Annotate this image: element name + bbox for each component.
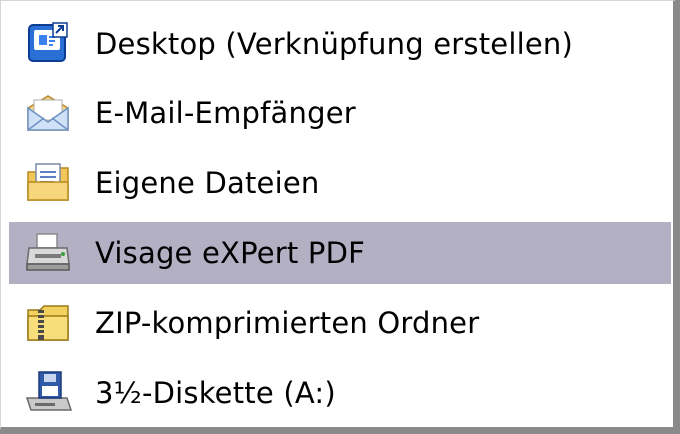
- menu-item-visage-expert-pdf[interactable]: Visage eXPert PDF: [9, 222, 671, 284]
- menu-item-label: ZIP-komprimierten Ordner: [95, 306, 480, 340]
- send-to-menu: Desktop (Verknüpfung erstellen) E-Mail-E…: [0, 0, 676, 430]
- menu-item-my-documents[interactable]: Eigene Dateien: [9, 152, 671, 214]
- menu-item-desktop[interactable]: Desktop (Verknüpfung erstellen): [9, 13, 671, 75]
- menu-item-mail-recipient[interactable]: E-Mail-Empfänger: [9, 82, 671, 144]
- menu-item-label: Eigene Dateien: [95, 166, 320, 200]
- menu-item-floppy-a[interactable]: 3½-Diskette (A:): [9, 362, 671, 424]
- menu-item-zip-folder[interactable]: ZIP-komprimierten Ordner: [9, 292, 671, 354]
- desktop-shortcut-icon: [23, 19, 73, 69]
- menu-item-label: 3½-Diskette (A:): [95, 376, 336, 410]
- printer-icon: [23, 228, 73, 278]
- floppy-drive-icon: [23, 368, 73, 418]
- menu-item-label: E-Mail-Empfänger: [95, 96, 356, 130]
- mail-envelope-icon: [23, 88, 73, 138]
- my-documents-folder-icon: [23, 158, 73, 208]
- zip-folder-icon: [23, 298, 73, 348]
- menu-item-label: Desktop (Verknüpfung erstellen): [95, 27, 573, 61]
- menu-item-label: Visage eXPert PDF: [95, 236, 366, 270]
